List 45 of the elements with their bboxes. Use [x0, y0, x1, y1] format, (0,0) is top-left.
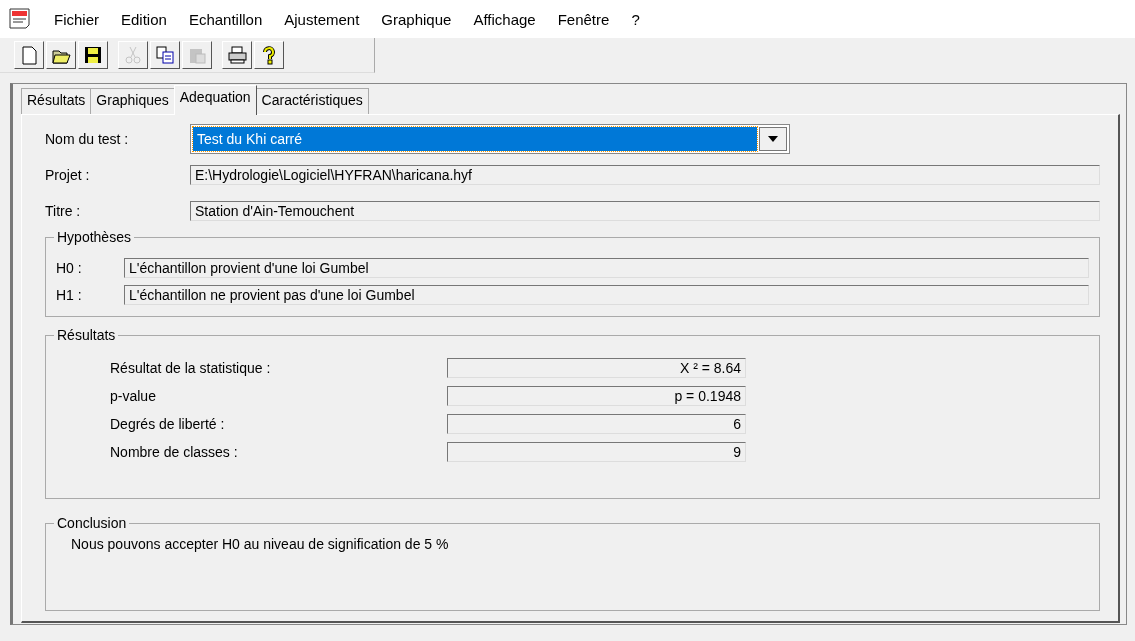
- menu-item[interactable]: Edition: [121, 8, 167, 30]
- group-title: Hypothèses: [54, 229, 134, 245]
- text-field[interactable]: L'échantillon ne provient pas d'une loi Gumbel: [124, 284, 1089, 305]
- printer-icon: [227, 45, 247, 65]
- text-field[interactable]: E:\Hydrologie\Logiciel\HYFRAN\haricana.hyf: [190, 165, 1100, 185]
- floppy-disk-button[interactable]: [78, 41, 108, 69]
- text-field[interactable]: Station d'Ain-Temouchent: [190, 201, 1100, 221]
- question-mark-button[interactable]: [254, 41, 284, 69]
- hypothesis-label: H0 :: [56, 259, 83, 276]
- result-label: p-value: [110, 388, 157, 404]
- copy-button[interactable]: [150, 41, 180, 69]
- test-dropdown[interactable]: Test du Khi carré: [190, 124, 790, 154]
- scissors-icon: [123, 45, 143, 65]
- result-field[interactable]: X ² = 8.64: [447, 358, 746, 378]
- document-icon[interactable]: [8, 8, 32, 30]
- group-title: Résultats: [54, 327, 119, 343]
- result-field[interactable]: 9: [447, 442, 746, 462]
- menu-item[interactable]: Ajustement: [284, 8, 360, 30]
- printer-button[interactable]: [222, 41, 252, 69]
- new-file-icon: [19, 45, 39, 65]
- menu-item[interactable]: Affichage: [473, 8, 536, 30]
- conclusion-text: Nous pouvons accepter H0 au niveau de signification de 5 %: [70, 536, 450, 552]
- hypothesis-label: H1 :: [56, 286, 83, 303]
- tab[interactable]: Caractéristiques: [255, 88, 369, 114]
- result-label: Résultat de la statistique :: [110, 360, 272, 376]
- menu-item[interactable]: ?: [631, 8, 640, 30]
- tab[interactable]: Résultats: [21, 88, 92, 114]
- new-file-button[interactable]: [14, 41, 44, 69]
- result-field[interactable]: 6: [447, 414, 746, 434]
- dropdown-arrow-icon[interactable]: [768, 136, 778, 142]
- open-folder-button[interactable]: [46, 41, 76, 69]
- group-title: Conclusion: [54, 515, 130, 531]
- field-label: Nom du test :: [45, 131, 130, 147]
- field-label: Projet :: [45, 167, 91, 183]
- result-label: Nombre de classes :: [110, 444, 239, 460]
- text-field[interactable]: L'échantillon provient d'une loi Gumbel: [124, 257, 1089, 278]
- field-label: Titre :: [45, 203, 82, 219]
- menu-item[interactable]: Graphique: [381, 8, 452, 30]
- copy-icon: [155, 45, 175, 65]
- menu-item[interactable]: Echantillon: [188, 8, 263, 30]
- menu-item[interactable]: Fichier: [54, 8, 99, 30]
- result-field[interactable]: p = 0.1948: [447, 386, 746, 406]
- result-label: Degrés de liberté :: [110, 416, 226, 432]
- menu-item[interactable]: Fenêtre: [557, 8, 610, 30]
- tab[interactable]: Adequation: [173, 85, 257, 115]
